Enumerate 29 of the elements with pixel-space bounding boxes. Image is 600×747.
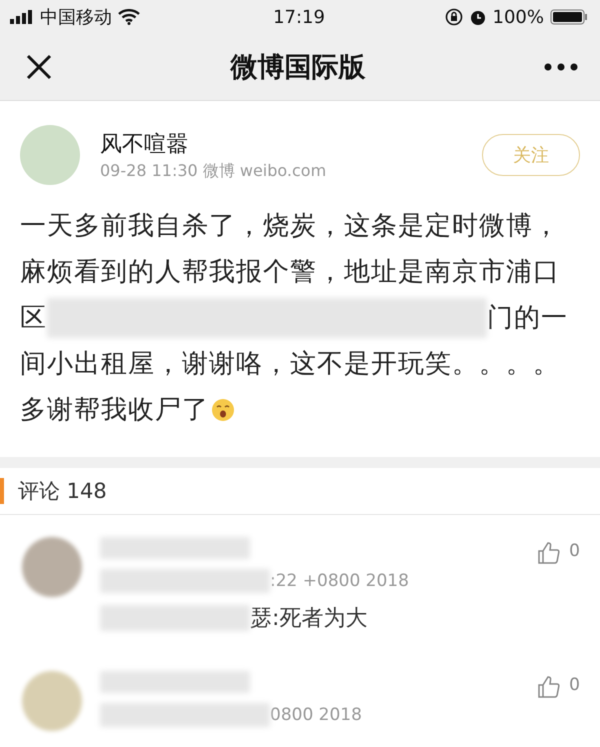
post-text: 多谢帮我收尸了 (20, 394, 209, 427)
post-text: 一天多前我自杀了，烧炭，这条是定时微博， (20, 210, 560, 243)
thumbs-up-icon[interactable] (537, 675, 562, 699)
comment-text: 瑟:死者为大 (250, 605, 368, 633)
clock-time: 17:19 (273, 6, 325, 28)
comment-time: :22 +0800 2018 (270, 571, 409, 591)
post-text: 麻烦看到的人帮我报个警，地址是南京市浦口 (20, 256, 560, 289)
rotation-lock-icon (444, 8, 463, 26)
post-text: 间小出租屋，谢谢咯，这不是开玩笑。。。。 (20, 348, 560, 381)
post-meta: 09-28 11:30 微博 weibo.com (100, 160, 328, 182)
wifi-icon (118, 9, 140, 25)
carrier-name: 中国移动 (40, 6, 112, 29)
like-count: 0 (569, 675, 580, 695)
comments-count[interactable]: 评论 148 (18, 477, 107, 506)
page-title: 微博国际版 (230, 51, 366, 85)
alarm-icon (468, 8, 487, 26)
emoji-face-icon (211, 398, 235, 422)
thumbs-up-icon[interactable] (537, 541, 562, 565)
post-text: 区 (20, 302, 47, 335)
close-icon[interactable] (26, 54, 52, 80)
avatar-placeholder[interactable] (22, 537, 82, 597)
battery-icon (550, 9, 588, 25)
comment-time: 0800 2018 (270, 705, 362, 725)
post-text: 门的一 (487, 302, 568, 335)
author-name[interactable]: 风不喧嚣 (100, 128, 462, 158)
more-icon[interactable] (544, 63, 578, 71)
signal-icon (10, 10, 34, 24)
battery-percent: 100% (492, 6, 544, 28)
like-count: 0 (569, 541, 580, 561)
